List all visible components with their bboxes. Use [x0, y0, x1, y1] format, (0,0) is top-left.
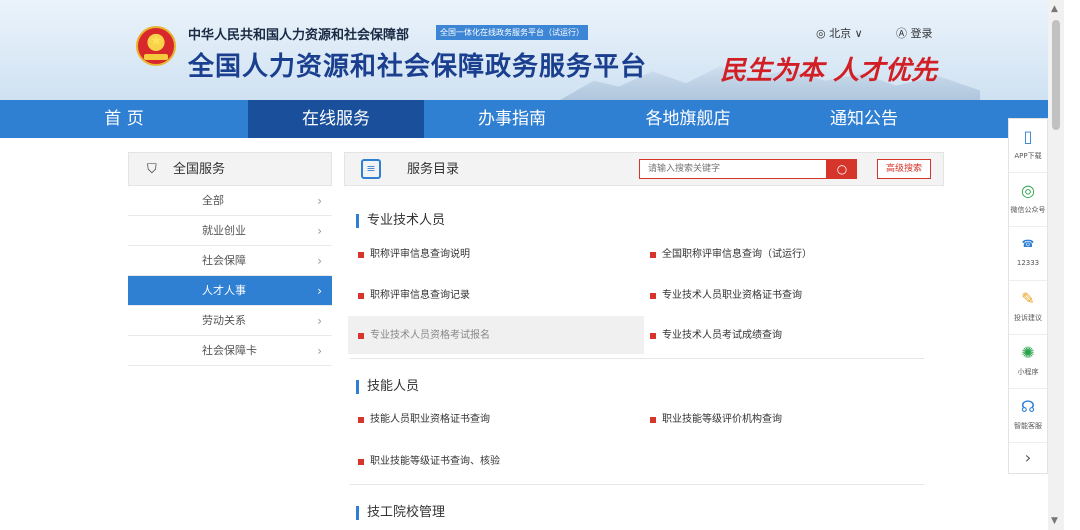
- chevron-right-icon: ›: [317, 224, 322, 238]
- service-link[interactable]: 职业技能等级证书查询、核验: [358, 455, 500, 469]
- toolbar-label: 小程序: [1017, 368, 1039, 376]
- nav-home[interactable]: 首 页: [0, 100, 248, 138]
- advanced-search-button[interactable]: 高级搜索: [877, 159, 931, 179]
- service-catalog: ≡ 服务目录 ○ 高级搜索 专业技术人员 职称评审信息查询说明 全国职称评审信息…: [344, 152, 944, 520]
- category-menu: ⛉ 全国服务 全部 › 就业创业 › 社会保障 › 人才人事 › 劳动关系 › 社会保障卡…: [128, 152, 332, 366]
- location-selector[interactable]: ◎ 北京 ∨: [816, 25, 863, 41]
- chevron-right-icon: ›: [317, 284, 322, 298]
- category-labor-relations[interactable]: 劳动关系 ›: [128, 306, 332, 336]
- toolbar-label: 智能客服: [1014, 422, 1042, 430]
- mini-program-button[interactable]: ✺ 小程序: [1009, 335, 1047, 389]
- search-button[interactable]: ○: [827, 159, 857, 179]
- service-link[interactable]: 专业技术人员职业资格证书查询: [650, 289, 802, 303]
- category-label: 社会保障卡: [202, 344, 257, 357]
- service-link[interactable]: 职业技能等级评价机构查询: [650, 413, 782, 427]
- category-talent[interactable]: 人才人事 ›: [128, 276, 332, 306]
- edit-icon: ✎: [1021, 289, 1035, 308]
- toolbar-label: 投诉建议: [1014, 314, 1042, 322]
- category-social-security[interactable]: 社会保障 ›: [128, 246, 332, 276]
- complaint-button[interactable]: ✎ 投诉建议: [1009, 281, 1047, 335]
- slogan: 民生为本 人才优先: [720, 56, 938, 86]
- phone-icon: ▯: [1023, 127, 1033, 146]
- category-menu-header: ⛉ 全国服务: [128, 152, 332, 186]
- toolbar-label: 微信公众号: [1010, 206, 1046, 214]
- main-nav: 首 页 在线服务 办事指南 各地旗舰店 通知公告: [0, 100, 1048, 138]
- mini-program-icon: ✺: [1021, 343, 1035, 362]
- category-label: 社会保障: [202, 254, 246, 267]
- catalog-title: 服务目录: [407, 162, 460, 177]
- nav-local-stores[interactable]: 各地旗舰店: [600, 100, 776, 138]
- chevron-right-icon: ›: [317, 194, 322, 208]
- headset-icon: ☊: [1020, 397, 1036, 416]
- category-label: 就业创业: [202, 224, 246, 237]
- page-scrollbar[interactable]: ▲ ▼: [1048, 0, 1064, 530]
- chevron-right-icon: ›: [317, 344, 322, 358]
- chevron-right-icon: ›: [317, 254, 322, 268]
- section-title: 技工院校管理: [356, 506, 445, 520]
- category-menu-title: 全国服务: [173, 162, 226, 177]
- section-divider: [350, 358, 924, 359]
- national-emblem-icon: ★: [136, 26, 176, 66]
- service-link[interactable]: 技能人员职业资格证书查询: [358, 413, 490, 427]
- site-header: ★ 中华人民共和国人力资源和社会保障部 全国一体化在线政务服务平台（试运行） 全…: [0, 0, 1048, 100]
- service-link[interactable]: 专业技术人员资格考试报名: [358, 329, 490, 343]
- catalog-icon: ≡: [361, 159, 381, 179]
- wechat-button[interactable]: ◎ 微信公众号: [1009, 173, 1047, 227]
- service-link[interactable]: 专业技术人员考试成绩查询: [650, 329, 782, 343]
- category-label: 人才人事: [202, 284, 246, 297]
- scroll-down-icon[interactable]: ▼: [1051, 516, 1058, 526]
- floating-toolbar: ▯ APP下载 ◎ 微信公众号 ☎ 12333 ✎ 投诉建议 ✺ 小程序 ☊ 智…: [1008, 118, 1048, 474]
- chevron-right-icon: ›: [317, 314, 322, 328]
- section-divider: [350, 484, 924, 485]
- service-link[interactable]: 职称评审信息查询说明: [358, 248, 470, 262]
- scroll-up-icon[interactable]: ▲: [1051, 4, 1058, 14]
- search-icon: ○: [836, 162, 848, 176]
- nav-guide[interactable]: 办事指南: [424, 100, 600, 138]
- site-title[interactable]: 全国人力资源和社会保障政务服务平台: [188, 46, 647, 83]
- toolbar-label: 12333: [1016, 259, 1040, 267]
- collapse-toolbar-button[interactable]: ›: [1009, 443, 1047, 473]
- catalog-header: ≡ 服务目录 ○ 高级搜索: [344, 152, 944, 186]
- platform-tag: 全国一体化在线政务服务平台（试运行）: [436, 25, 588, 40]
- search-input[interactable]: [639, 159, 827, 179]
- category-all[interactable]: 全部 ›: [128, 186, 332, 216]
- service-link[interactable]: 全国职称评审信息查询（试运行）: [650, 248, 812, 262]
- scrollbar-thumb[interactable]: [1052, 20, 1060, 130]
- customer-service-button[interactable]: ☊ 智能客服: [1009, 389, 1047, 443]
- category-ss-card[interactable]: 社会保障卡 ›: [128, 336, 332, 366]
- section-title: 专业技术人员: [356, 214, 445, 228]
- hotline-button[interactable]: ☎ 12333: [1009, 227, 1047, 281]
- category-employment[interactable]: 就业创业 ›: [128, 216, 332, 246]
- wechat-icon: ◎: [1021, 181, 1035, 200]
- nav-online-service[interactable]: 在线服务: [248, 100, 424, 138]
- nav-notices[interactable]: 通知公告: [776, 100, 952, 138]
- app-download-button[interactable]: ▯ APP下载: [1009, 119, 1047, 173]
- login-link[interactable]: Ⓐ 登录: [896, 25, 933, 41]
- section-title: 技能人员: [356, 380, 419, 394]
- service-icon: ⛉: [147, 162, 157, 177]
- hotline-icon: ☎: [1021, 239, 1035, 250]
- category-label: 劳动关系: [202, 314, 246, 327]
- toolbar-label: APP下载: [1014, 152, 1042, 160]
- service-link[interactable]: 职称评审信息查询记录: [358, 289, 470, 303]
- category-label: 全部: [202, 194, 224, 207]
- ministry-name: 中华人民共和国人力资源和社会保障部: [188, 28, 410, 43]
